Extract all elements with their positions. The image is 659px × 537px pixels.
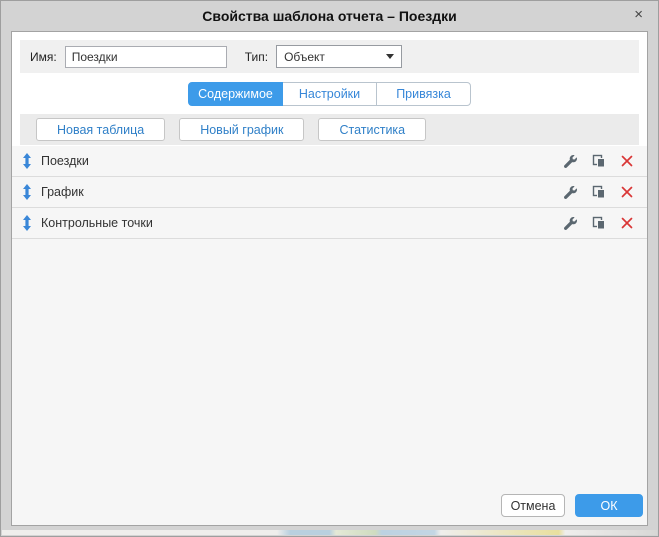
tab-settings[interactable]: Настройки bbox=[282, 82, 377, 106]
name-input[interactable] bbox=[64, 45, 227, 68]
new-chart-button[interactable]: Новый график bbox=[179, 118, 305, 141]
ok-button[interactable]: ОК bbox=[575, 494, 643, 517]
statistics-button[interactable]: Статистика bbox=[318, 118, 427, 141]
type-label: Тип: bbox=[244, 49, 269, 64]
list-item: Контрольные точки bbox=[12, 208, 647, 239]
chevron-down-icon bbox=[386, 54, 395, 59]
tab-bar: Содержимое Настройки Привязка bbox=[12, 82, 647, 106]
row-actions bbox=[564, 185, 633, 199]
drag-handle-icon[interactable] bbox=[22, 153, 32, 169]
background-page-sliver bbox=[2, 530, 657, 535]
drag-handle-icon[interactable] bbox=[22, 215, 32, 231]
delete-icon[interactable] bbox=[621, 155, 633, 167]
wrench-icon[interactable] bbox=[564, 154, 577, 168]
list-item: Поездки bbox=[12, 146, 647, 177]
copy-icon[interactable] bbox=[592, 216, 606, 230]
drag-handle-icon[interactable] bbox=[22, 184, 32, 200]
close-icon[interactable]: × bbox=[632, 6, 645, 24]
dialog-title: Свойства шаблона отчета – Поездки bbox=[202, 8, 457, 24]
delete-icon[interactable] bbox=[621, 217, 633, 229]
type-select[interactable]: Объект bbox=[276, 45, 403, 68]
cancel-button[interactable]: Отмена bbox=[501, 494, 565, 517]
wrench-icon[interactable] bbox=[564, 185, 577, 199]
copy-icon[interactable] bbox=[592, 154, 606, 168]
list-item-label: Контрольные точки bbox=[41, 216, 153, 230]
list-item: График bbox=[12, 177, 647, 208]
tab-content[interactable]: Содержимое bbox=[188, 82, 283, 106]
dialog-footer: Отмена ОК bbox=[12, 494, 647, 525]
tab-binding[interactable]: Привязка bbox=[376, 82, 471, 106]
dialog-body: Имя: Тип: Объект Содержимое Настройки Пр… bbox=[11, 31, 648, 526]
type-select-value: Объект bbox=[284, 49, 325, 64]
name-type-row: Имя: Тип: Объект bbox=[20, 40, 639, 73]
row-actions bbox=[564, 154, 633, 168]
dialog-titlebar: Свойства шаблона отчета – Поездки × bbox=[1, 1, 658, 31]
template-list: Поездки График Контрольные точки bbox=[12, 146, 647, 239]
list-item-label: Поездки bbox=[41, 154, 89, 168]
delete-icon[interactable] bbox=[621, 186, 633, 198]
new-table-button[interactable]: Новая таблица bbox=[36, 118, 166, 141]
wrench-icon[interactable] bbox=[564, 216, 577, 230]
name-label: Имя: bbox=[30, 49, 57, 64]
list-item-label: График bbox=[41, 185, 84, 199]
row-actions bbox=[564, 216, 633, 230]
toolbar: Новая таблица Новый график Статистика bbox=[20, 114, 639, 145]
report-template-dialog: Свойства шаблона отчета – Поездки × Имя:… bbox=[0, 0, 659, 537]
copy-icon[interactable] bbox=[592, 185, 606, 199]
content-area: Поездки График Контрольные точки Отмена … bbox=[12, 146, 647, 525]
